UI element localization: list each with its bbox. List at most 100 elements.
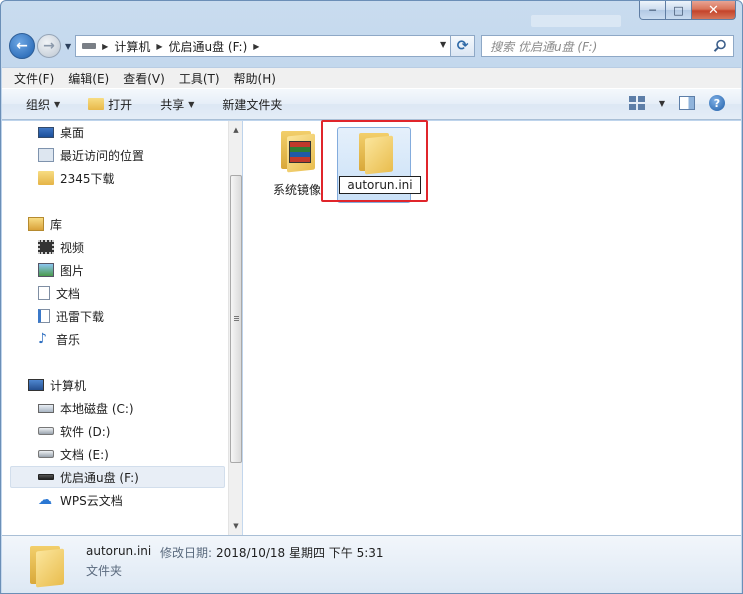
search-icon[interactable] xyxy=(713,39,727,53)
nav-item-xunlei-downloads[interactable]: 迅雷下载 xyxy=(38,306,104,326)
nav-item-label: 本地磁盘 (C:) xyxy=(60,401,134,416)
nav-item-pictures[interactable]: 图片 xyxy=(38,260,84,280)
open-button[interactable]: 打开 xyxy=(88,96,132,113)
refresh-button[interactable]: ⟳ xyxy=(451,35,476,57)
preview-pane-icon[interactable] xyxy=(679,96,695,110)
breadcrumb-computer[interactable]: 计算机 xyxy=(114,38,150,55)
libraries-icon xyxy=(28,217,44,231)
maximize-button[interactable]: □ xyxy=(666,1,692,20)
menu-file[interactable]: 文件(F) xyxy=(14,70,54,87)
command-bar: 组织 ▼ 打开 共享 ▼ 新建文件夹 ▼ ? xyxy=(2,88,741,120)
nav-item-label: 图片 xyxy=(60,263,85,278)
organize-button[interactable]: 组织 ▼ xyxy=(26,96,60,113)
os-disk-icon xyxy=(38,403,54,413)
disk-icon xyxy=(38,450,54,458)
nav-item-videos[interactable]: 视频 xyxy=(38,237,84,257)
nav-item-documents[interactable]: 文档 xyxy=(38,283,80,303)
menu-tools[interactable]: 工具(T) xyxy=(179,70,220,87)
recent-places-icon xyxy=(38,148,54,162)
desktop-icon xyxy=(38,126,54,138)
minimize-button[interactable]: ─ xyxy=(639,1,666,20)
forward-button[interactable]: → xyxy=(37,34,61,58)
nav-item-recent-places[interactable]: 最近访问的位置 xyxy=(38,145,144,165)
new-folder-label: 新建文件夹 xyxy=(222,97,283,112)
details-file-name: autorun.ini xyxy=(86,544,152,558)
nav-item-label: 软件 (D:) xyxy=(60,424,111,439)
file-list-area[interactable]: 系统镜像 autorun.ini xyxy=(243,120,741,535)
change-view-icon[interactable] xyxy=(628,96,645,110)
details-file-type: 文件夹 xyxy=(86,564,123,578)
address-row: ← → ▼ ▶ 计算机 ▶ 优启通u盘 (F:) ▶ ▼ ⟳ 搜索 优启通u盘 … xyxy=(9,31,734,61)
share-label: 共享 xyxy=(160,97,185,112)
nav-item-computer[interactable]: 计算机 xyxy=(28,375,86,395)
cloud-icon: ☁ xyxy=(38,492,52,508)
recent-pages-dropdown[interactable]: ▼ xyxy=(65,42,71,51)
nav-item-drive-d[interactable]: 软件 (D:) xyxy=(38,421,110,441)
documents-icon xyxy=(38,286,50,300)
drive-icon xyxy=(82,43,97,49)
help-icon[interactable]: ? xyxy=(709,95,725,111)
nav-item-label: 2345下载 xyxy=(60,171,115,186)
file-item-system-image[interactable]: 系统镜像 xyxy=(265,127,329,198)
pictures-icon xyxy=(38,263,54,277)
menu-help[interactable]: 帮助(H) xyxy=(234,70,276,87)
scroll-thumb[interactable] xyxy=(230,175,242,463)
menu-edit[interactable]: 编辑(E) xyxy=(68,70,109,87)
caption-buttons: ─ □ ✕ xyxy=(639,1,736,21)
nav-scrollbar[interactable]: ▲ ▼ xyxy=(228,121,242,535)
chevron-down-icon: ▼ xyxy=(188,99,195,109)
nav-item-libraries[interactable]: 库 xyxy=(28,214,62,234)
video-icon xyxy=(38,240,54,254)
address-bar[interactable]: ▶ 计算机 ▶ 优启通u盘 (F:) ▶ ▼ xyxy=(75,35,452,57)
music-icon: ♪ xyxy=(38,331,47,347)
breadcrumb-separator[interactable]: ▶ xyxy=(253,42,259,51)
usb-drive-icon xyxy=(38,474,54,480)
details-modified-label: 修改日期: xyxy=(160,546,213,560)
nav-item-drive-c[interactable]: 本地磁盘 (C:) xyxy=(38,398,134,418)
nav-item-2345-downloads[interactable]: 2345下载 xyxy=(38,168,115,188)
breadcrumb-separator[interactable]: ▶ xyxy=(102,42,108,51)
explorer-window: ─ □ ✕ ← → ▼ ▶ 计算机 ▶ 优启通u盘 (F:) ▶ ▼ ⟳ 搜索 … xyxy=(0,0,743,594)
close-button[interactable]: ✕ xyxy=(692,1,736,20)
chevron-down-icon: ▼ xyxy=(54,99,61,109)
annotation-highlight-box xyxy=(321,120,428,202)
nav-item-drive-e[interactable]: 文档 (E:) xyxy=(38,444,109,464)
folder-icon xyxy=(38,171,54,185)
address-history-dropdown[interactable]: ▼ xyxy=(440,40,446,49)
nav-item-drive-f[interactable]: 优启通u盘 (F:) xyxy=(38,467,139,487)
nav-item-label: 文档 xyxy=(56,286,81,301)
open-label: 打开 xyxy=(108,97,133,112)
breadcrumb-separator[interactable]: ▶ xyxy=(156,42,162,51)
share-button[interactable]: 共享 ▼ xyxy=(160,96,194,113)
title-bar-area xyxy=(531,15,621,27)
nav-item-music[interactable]: ♪ 音乐 xyxy=(38,329,80,349)
new-folder-button[interactable]: 新建文件夹 xyxy=(222,96,282,113)
back-button[interactable]: ← xyxy=(9,33,35,59)
organize-label: 组织 xyxy=(26,97,51,112)
menu-bar: 文件(F) 编辑(E) 查看(V) 工具(T) 帮助(H) xyxy=(2,67,741,88)
view-options-dropdown[interactable]: ▼ xyxy=(659,99,665,108)
search-input[interactable]: 搜索 优启通u盘 (F:) xyxy=(481,35,734,57)
nav-item-label: WPS云文档 xyxy=(60,493,123,508)
menu-view[interactable]: 查看(V) xyxy=(123,70,165,87)
scroll-up-arrow[interactable]: ▲ xyxy=(229,123,243,137)
nav-item-label: 音乐 xyxy=(56,332,81,347)
nav-item-desktop[interactable]: 桌面 xyxy=(38,122,84,142)
nav-item-wps-cloud[interactable]: ☁ WPS云文档 xyxy=(38,490,123,510)
nav-item-label: 视频 xyxy=(60,240,85,255)
breadcrumb-drive[interactable]: 优启通u盘 (F:) xyxy=(168,38,247,55)
navigation-pane: 桌面 最近访问的位置 2345下载 库 视频 图片 文档 迅雷下载 ♪ 音乐 计… xyxy=(2,121,242,535)
nav-item-label: 迅雷下载 xyxy=(56,309,105,324)
file-name: 系统镜像 xyxy=(272,183,321,197)
view-controls: ▼ ? xyxy=(628,95,725,111)
nav-item-label: 最近访问的位置 xyxy=(60,148,145,163)
folder-icon xyxy=(26,542,66,588)
winrar-folder-icon xyxy=(277,127,317,173)
nav-item-label: 计算机 xyxy=(50,378,87,393)
scroll-down-arrow[interactable]: ▼ xyxy=(229,519,243,533)
disk-icon xyxy=(38,427,54,435)
computer-icon xyxy=(28,379,44,391)
details-pane: autorun.ini 修改日期: 2018/10/18 星期四 下午 5:31… xyxy=(2,535,741,593)
nav-item-label: 库 xyxy=(50,217,63,232)
nav-item-label: 优启通u盘 (F:) xyxy=(60,470,139,485)
